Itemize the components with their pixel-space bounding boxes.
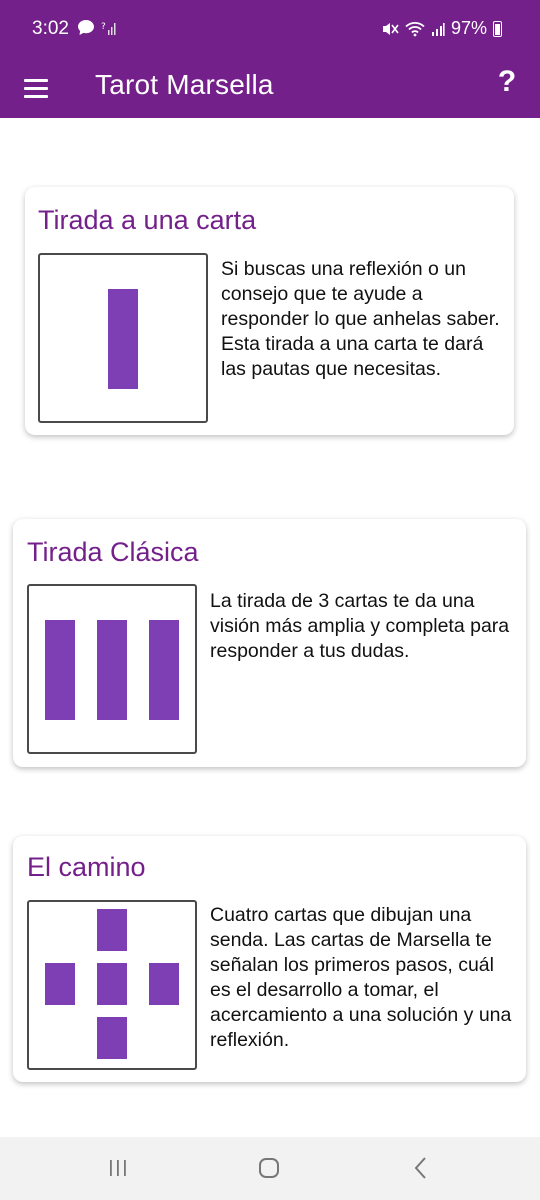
card-shape	[97, 1017, 127, 1059]
card-shape	[149, 620, 179, 720]
menu-line	[24, 94, 48, 98]
three-card-spread-icon	[27, 584, 197, 754]
help-button[interactable]: ?	[494, 65, 520, 99]
spread-description: Si buscas una reflexión o un consejo que…	[221, 258, 500, 380]
no-sim-signal-icon: ?	[101, 22, 116, 35]
cross-spread-icon	[27, 900, 197, 1070]
card-shape	[45, 963, 75, 1005]
status-time: 3:02	[32, 18, 69, 39]
spread-title: Tirada Clásica	[27, 537, 199, 567]
spread-description: La tirada de 3 cartas te da una visión m…	[210, 590, 510, 662]
card-shape	[97, 909, 127, 951]
chat-bubble-icon	[78, 20, 94, 35]
status-bar: 3:02 ? 97%	[0, 0, 540, 60]
app-bar: Tarot Marsella ?	[0, 60, 540, 118]
spread-card-one-card[interactable]: Tirada a una carta Si buscas una reflexi…	[25, 187, 514, 435]
one-card-spread-icon	[38, 253, 208, 423]
status-notification-icons: ?	[77, 19, 117, 36]
mute-icon	[381, 21, 399, 37]
menu-line	[24, 78, 48, 82]
spread-card-path[interactable]: El camino Cuatro cartas que dibujan una …	[13, 836, 526, 1082]
spread-title: Tirada a una carta	[38, 205, 257, 235]
card-shape	[45, 620, 75, 720]
battery-charging-icon	[493, 20, 502, 37]
signal-icon	[431, 21, 445, 37]
card-shape	[108, 289, 138, 389]
spread-title: El camino	[27, 852, 146, 882]
home-icon[interactable]	[249, 1151, 289, 1185]
recent-apps-icon[interactable]	[98, 1151, 138, 1185]
menu-line	[24, 86, 48, 90]
svg-text:?: ?	[101, 22, 106, 32]
spread-description: Cuatro cartas que dibujan una senda. Las…	[210, 904, 512, 1051]
spread-card-classic[interactable]: Tirada Clásica La tirada de 3 cartas te …	[13, 519, 526, 767]
hamburger-menu-icon[interactable]	[24, 71, 56, 105]
status-system-icons: 97%	[381, 18, 502, 39]
back-icon[interactable]	[401, 1151, 441, 1185]
card-shape	[97, 620, 127, 720]
app-title: Tarot Marsella	[95, 69, 274, 100]
card-shape	[149, 963, 179, 1005]
card-shape	[97, 963, 127, 1005]
battery-percent: 97%	[450, 18, 487, 38]
system-nav-bar	[0, 1137, 540, 1200]
wifi-icon	[405, 21, 425, 37]
